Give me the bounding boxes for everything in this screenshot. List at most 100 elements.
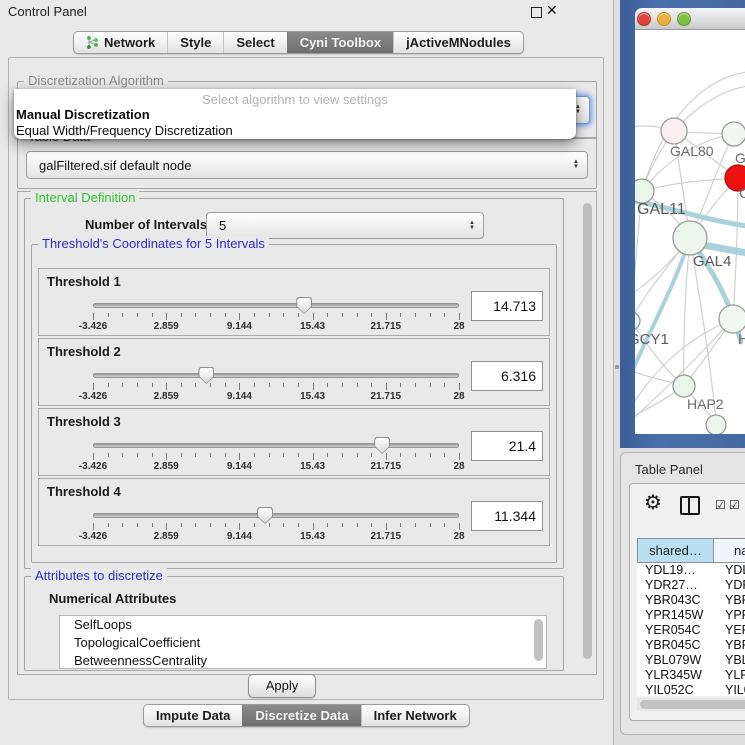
column-header-shared-name[interactable]: shared… (637, 538, 714, 563)
tab-label: Cyni Toolbox (300, 32, 381, 53)
table-row[interactable]: YIL052CYIL0 (637, 683, 745, 696)
table-row[interactable]: YLR345WYLR3 (637, 668, 745, 683)
cell-name[interactable]: YDL1 (717, 563, 745, 578)
slider-thumb[interactable] (257, 507, 273, 524)
dropdown-placeholder-item[interactable]: Select algorithm to view settings (14, 92, 576, 107)
table-row[interactable]: YDL19…YDL1 (637, 563, 745, 578)
slider-tick (269, 313, 270, 317)
apply-button[interactable]: Apply (248, 674, 316, 698)
tick-label: 15.43 (300, 321, 325, 332)
vertical-scrollbar[interactable] (582, 195, 594, 671)
attribute-list-item[interactable]: BetweennessCentrality (60, 652, 546, 669)
checkbox-icon[interactable]: ☑ (715, 498, 726, 512)
gear-icon[interactable]: ⚙ (644, 490, 662, 515)
threshold-slider[interactable]: -3.4262.8599.14415.4321.71528 (93, 367, 459, 403)
zoom-traffic-light-icon[interactable] (677, 12, 691, 26)
slider-tick (122, 453, 123, 457)
cell-shared-name[interactable]: YBR043C (637, 593, 717, 608)
tab-cyni-toolbox[interactable]: Cyni Toolbox (287, 32, 393, 53)
slider-tick (386, 313, 387, 320)
cell-shared-name[interactable]: YDR27… (637, 578, 717, 593)
checkbox-icon[interactable]: ☑ (729, 498, 740, 512)
slider-tick (283, 523, 284, 527)
slider-track[interactable] (93, 373, 459, 378)
cell-shared-name[interactable]: YPR145W (637, 608, 717, 623)
cell-name[interactable]: YBL0 (717, 653, 745, 668)
slider-tick (239, 313, 240, 320)
cell-name[interactable]: YIL0 (717, 683, 745, 696)
cell-shared-name[interactable]: YBL079W (637, 653, 717, 668)
slider-track[interactable] (93, 513, 459, 518)
scrollbar-thumb[interactable] (640, 700, 745, 709)
cell-name[interactable]: YDR2 (717, 578, 745, 593)
slider-tick (313, 453, 314, 460)
node-label-h-partial: H (738, 331, 745, 348)
threshold-slider[interactable]: -3.4262.8599.14415.4321.71528 (93, 507, 459, 543)
number-of-intervals-combobox[interactable]: 5 ▲▼ (206, 212, 484, 239)
table-row[interactable]: YPR145WYPR1 (637, 608, 745, 623)
close-icon[interactable]: ✕ (546, 2, 558, 19)
float-window-icon[interactable] (531, 7, 542, 18)
table-row[interactable]: YBR043CYBR0 (637, 593, 745, 608)
threshold-block: Threshold 1 -3.4262.8599.14415.4321.7152… (38, 268, 550, 336)
network-canvas[interactable]: GAL80 GA C GAL11 GAL4 GCY1 H HAP2 (635, 30, 745, 434)
attribute-list-item[interactable]: SelfLoops (60, 616, 546, 634)
threshold-value-field[interactable] (471, 501, 543, 531)
table-data-combobox[interactable]: galFiltered.sif default node ▲▼ (26, 151, 588, 179)
mode-tab-infer-network[interactable]: Infer Network (361, 705, 469, 726)
cell-shared-name[interactable]: YER054C (637, 623, 717, 638)
close-traffic-light-icon[interactable] (637, 12, 651, 26)
scrollbar-thumb[interactable] (583, 203, 592, 659)
threshold-slider[interactable]: -3.4262.8599.14415.4321.71528 (93, 437, 459, 473)
slider-tick (108, 453, 109, 457)
slider-tick (225, 453, 226, 457)
threshold-slider[interactable]: -3.4262.8599.14415.4321.71528 (93, 297, 459, 333)
slider-tick (430, 383, 431, 387)
slider-tick (400, 313, 401, 317)
threshold-value-field[interactable] (471, 361, 543, 391)
mode-tab-discretize-data[interactable]: Discretize Data (242, 705, 360, 726)
table-row[interactable]: YDR27…YDR2 (637, 578, 745, 593)
slider-thumb[interactable] (296, 297, 312, 314)
algorithm-dropdown-popup: Select algorithm to view settings Manual… (14, 89, 576, 139)
minimize-traffic-light-icon[interactable] (657, 12, 671, 26)
dropdown-item-equal-width-frequency-discretization[interactable]: Equal Width/Frequency Discretization (16, 123, 233, 138)
table-row[interactable]: YBL079WYBL0 (637, 653, 745, 668)
network-window-titlebar[interactable] (635, 8, 745, 30)
cell-name[interactable]: YER0 (717, 623, 745, 638)
cell-shared-name[interactable]: YIL052C (637, 683, 717, 696)
numerical-attributes-list[interactable]: SelfLoopsTopologicalCoefficientBetweenne… (59, 615, 547, 669)
threshold-label: Threshold 1 (47, 274, 121, 289)
tab-style[interactable]: Style (167, 32, 223, 53)
split-columns-icon[interactable] (680, 496, 700, 515)
node-bottom (706, 415, 726, 434)
attribute-list-item[interactable]: TopologicalCoefficient (60, 634, 546, 652)
tab-select[interactable]: Select (223, 32, 286, 53)
threshold-value-field[interactable] (471, 291, 543, 321)
cell-name[interactable]: YPR1 (717, 608, 745, 623)
cell-shared-name[interactable]: YBR045C (637, 638, 717, 653)
cell-name[interactable]: YBR0 (717, 593, 745, 608)
cell-shared-name[interactable]: YLR345W (637, 668, 717, 683)
slider-tick (459, 453, 460, 460)
column-header-name[interactable]: na (714, 538, 745, 563)
slider-tick (269, 383, 270, 387)
slider-thumb[interactable] (198, 367, 214, 384)
slider-track[interactable] (93, 303, 459, 308)
tab-network[interactable]: Network (74, 32, 167, 53)
table-row[interactable]: YER054CYER0 (637, 623, 745, 638)
cell-shared-name[interactable]: YDL19… (637, 563, 717, 578)
mode-tab-impute-data[interactable]: Impute Data (144, 705, 242, 726)
horizontal-scrollbar[interactable] (637, 698, 745, 711)
dropdown-item-manual-discretization[interactable]: Manual Discretization (16, 107, 150, 122)
cell-name[interactable]: YBR0 (717, 638, 745, 653)
list-scrollbar-thumb[interactable] (534, 619, 543, 661)
cell-name[interactable]: YLR3 (717, 668, 745, 683)
panel-splitter-handle[interactable] (615, 365, 619, 369)
tab-jactivemnodules[interactable]: jActiveMNodules (393, 32, 523, 53)
slider-track[interactable] (93, 443, 459, 448)
table-row[interactable]: YBR045CYBR0 (637, 638, 745, 653)
discretization-algorithm-label: Discretization Algorithm (24, 73, 168, 88)
slider-thumb[interactable] (374, 437, 390, 454)
threshold-value-field[interactable] (471, 431, 543, 461)
